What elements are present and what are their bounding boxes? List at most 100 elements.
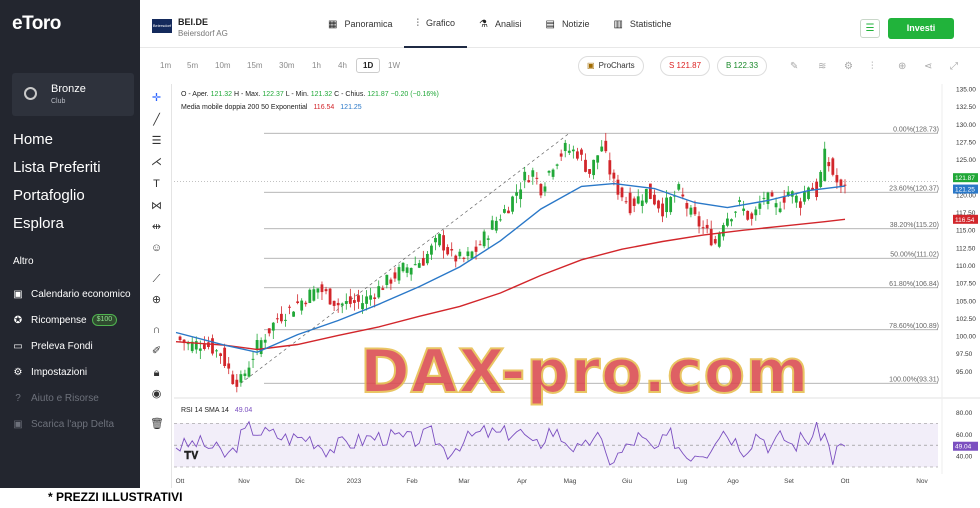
candle-body (292, 311, 295, 317)
prediction-icon[interactable]: ⇹ (150, 221, 163, 234)
price-tag-label: 121.87 (955, 175, 975, 182)
x-axis-label: Dic (295, 478, 305, 485)
candle-body (580, 149, 583, 155)
x-axis-label: 2023 (347, 478, 362, 485)
ruler-icon[interactable]: ⟋ (150, 273, 163, 286)
nav-settings-label: Impostazioni (31, 366, 88, 378)
help-icon: ? (15, 392, 21, 404)
flask-icon: ⚗ (479, 18, 488, 30)
tab-analisi[interactable]: ⚗ Analisi (467, 0, 533, 48)
nav-home[interactable]: Home (13, 130, 101, 158)
candle-body (685, 203, 689, 209)
magnet-icon[interactable]: ∩ (150, 324, 163, 337)
nav-discover[interactable]: Esplora (13, 214, 101, 242)
candle-body (774, 203, 778, 208)
candle-body (831, 158, 835, 175)
add-to-watchlist-button[interactable]: ☰ (860, 19, 880, 38)
lock-drawing-icon[interactable]: ✐ (150, 345, 163, 358)
candle-body (344, 301, 348, 304)
trendline-icon[interactable]: ╱ (150, 114, 163, 127)
x-axis-label: Apr (517, 478, 528, 485)
sell-price-button[interactable]: S 121.87 (660, 56, 711, 76)
tab-notizie[interactable]: ▤ Notizie (533, 0, 601, 48)
candle-body (284, 319, 287, 321)
nav-portfolio[interactable]: Portafoglio (13, 186, 101, 214)
candle-body (697, 216, 701, 227)
emoji-icon[interactable]: ☺ (150, 242, 163, 255)
candle-body (288, 306, 291, 308)
invest-button[interactable]: Investi (888, 18, 954, 39)
candle-body (178, 336, 182, 340)
horizontal-lines-icon[interactable]: ☰ (150, 135, 163, 148)
pattern-icon[interactable]: ⋈ (150, 200, 163, 213)
zoom-icon[interactable]: ⊕ (150, 294, 163, 307)
etoro-logo[interactable]: eToro (12, 13, 61, 35)
tab-panoramica-label: Panoramica (344, 19, 393, 29)
nav-watchlist[interactable]: Lista Preferiti (13, 158, 101, 186)
buy-price-button[interactable]: B 122.33 (717, 56, 768, 76)
zoom-in-icon[interactable]: ⊕ (898, 61, 906, 72)
candle-body (519, 189, 523, 200)
timeframe-1d[interactable]: 1D (356, 58, 381, 73)
tab-panoramica[interactable]: ▦ Panoramica (316, 0, 404, 48)
timeframe-1m[interactable]: 1m (160, 61, 171, 70)
nav-rewards[interactable]: ✪ Ricompense $100 (12, 307, 131, 333)
candle-body (413, 264, 417, 266)
price-tick-label: 115.00 (956, 228, 976, 235)
timeframe-4h[interactable]: 4h (338, 61, 347, 70)
crosshair-icon[interactable]: ✛ (150, 92, 163, 105)
close-label: C - Chius. (334, 91, 366, 98)
chart-area[interactable]: 135.00132.50130.00127.50125.00122.50120.… (172, 84, 980, 488)
candle-body (628, 192, 632, 214)
nav-help[interactable]: ? Aiuto e Risorse (12, 385, 131, 411)
nav-calendar[interactable]: ▣ Calendario economico (12, 281, 130, 307)
timeframe-10m[interactable]: 10m (215, 61, 231, 70)
timeframe-30m[interactable]: 30m (279, 61, 295, 70)
nav-settings[interactable]: ⚙ Impostazioni (12, 359, 131, 385)
nav-download[interactable]: ▣ Scarica l'app Delta (12, 411, 131, 437)
fib-level-label: 0.00%(128.73) (893, 126, 939, 133)
text-tool-icon[interactable]: T (150, 178, 163, 191)
fullscreen-icon[interactable]: ⤢ (950, 61, 958, 72)
price-tick-label: 132.50 (956, 104, 976, 111)
rsi-tick-label: 40.00 (956, 454, 973, 461)
candle-body (211, 338, 214, 354)
gear-icon[interactable]: ⚙ (844, 61, 853, 72)
club-card[interactable]: Bronze Club (12, 73, 134, 116)
candle-body (758, 203, 762, 209)
rewards-icon: ✪ (13, 314, 23, 326)
candle-body (721, 225, 725, 237)
app-root: eToro Bronze Club Home Lista Preferiti P… (0, 0, 980, 508)
candle-body (730, 219, 733, 222)
candle-body (458, 251, 462, 257)
pitchfork-icon[interactable]: ⋌ (150, 156, 163, 169)
tab-grafico[interactable]: ⫶ Grafico (404, 0, 467, 48)
candle-body (377, 286, 381, 298)
tab-statistiche[interactable]: ▥ Statistiche (601, 0, 683, 48)
eye-icon[interactable]: ◉ (150, 388, 163, 401)
procharts-button[interactable]: ▣ ProCharts (578, 56, 644, 76)
lock-icon[interactable]: 🔒︎ (150, 367, 163, 380)
candle-body (304, 302, 308, 305)
drawing-tools: ✛ ╱ ☰ ⋌ T ⋈ ⇹ ☺ ⟋ ⊕ ∩ ✐ 🔒︎ ◉ 🗑︎ (140, 84, 172, 488)
timeframe-5m[interactable]: 5m (187, 61, 198, 70)
candle-body (231, 374, 235, 385)
candle-body (571, 149, 575, 152)
candle-body (657, 200, 660, 209)
candle-body (726, 218, 729, 226)
waveform-icon[interactable]: ≋ (818, 61, 826, 72)
pencil-icon[interactable]: ✎ (790, 61, 798, 72)
timeframe-1w[interactable]: 1W (388, 61, 400, 70)
share-icon[interactable]: ⋖ (924, 61, 932, 72)
candle-body (762, 197, 766, 199)
chart-type-icon[interactable]: ⫶ (871, 61, 874, 72)
timeframe-1h[interactable]: 1h (312, 61, 321, 70)
timeframe-15m[interactable]: 15m (247, 61, 263, 70)
nav-withdraw[interactable]: ▭ Preleva Fondi (12, 333, 131, 359)
candle-body (738, 200, 741, 202)
trash-icon[interactable]: 🗑︎ (150, 418, 164, 431)
candle-body (255, 340, 259, 350)
price-chart[interactable]: 135.00132.50130.00127.50125.00122.50120.… (172, 84, 980, 488)
candle-body (466, 251, 470, 257)
procharts-icon: ▣ (587, 61, 595, 70)
